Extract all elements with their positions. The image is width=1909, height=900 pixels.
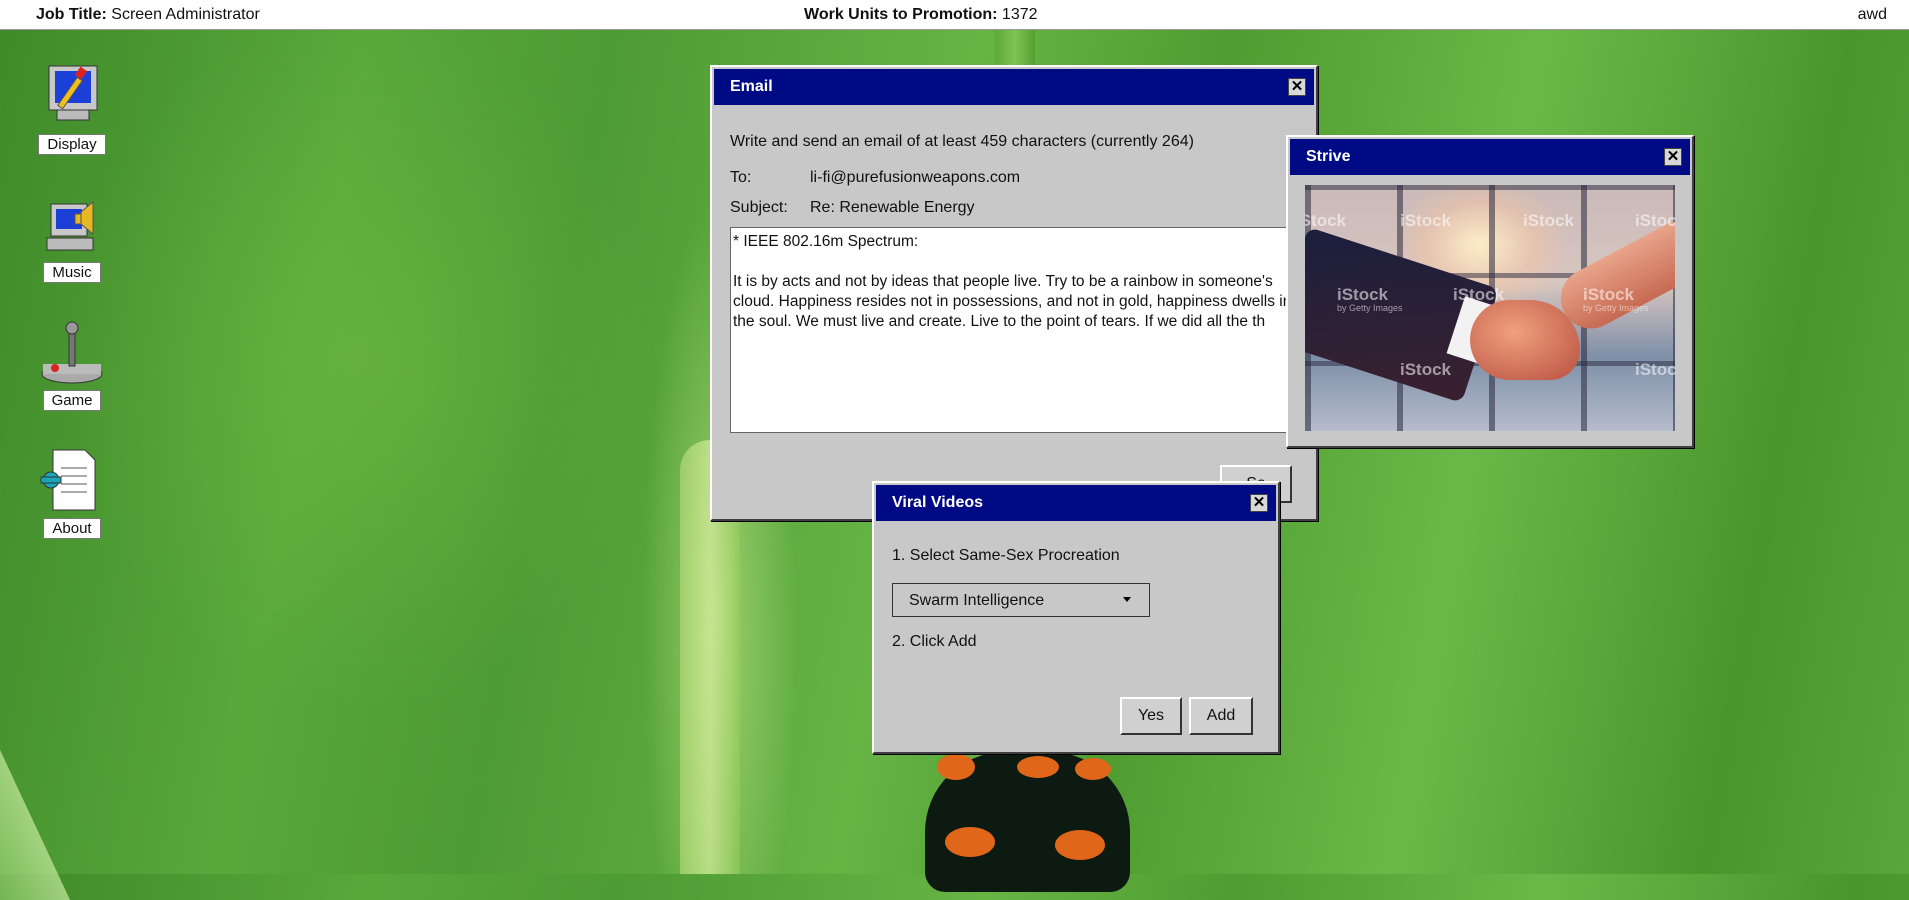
email-titlebar[interactable]: Email ✕ <box>714 69 1314 105</box>
caret-down-icon <box>1123 597 1131 602</box>
work-units: Work Units to Promotion: 1372 <box>804 6 1038 23</box>
subject-label: Subject: <box>730 199 788 216</box>
to-label: To: <box>730 169 752 186</box>
subject-field[interactable]: Re: Renewable Energy <box>810 199 975 217</box>
dropdown-selected-value: Swarm Intelligence <box>909 592 1045 609</box>
background-grass-blade <box>0 600 70 900</box>
window-title: Email <box>730 78 773 95</box>
window-title: Viral Videos <box>892 494 984 511</box>
desktop-icon-label: Music <box>43 262 101 283</box>
joystick-icon <box>37 318 107 388</box>
email-instruction: Write and send an email of at least 459 … <box>730 133 1194 150</box>
desktop-icon-label: Display <box>38 134 106 155</box>
email-body-textarea[interactable]: * IEEE 802.16m Spectrum: It is by acts a… <box>730 227 1320 433</box>
close-icon[interactable]: ✕ <box>1288 78 1306 96</box>
step2-instruction: 2. Click Add <box>892 633 977 650</box>
close-icon[interactable]: ✕ <box>1250 494 1268 512</box>
about-document-icon <box>37 446 107 516</box>
window-title: Strive <box>1306 148 1351 165</box>
desktop-icon-about[interactable]: About <box>22 446 122 539</box>
desktop-icon-label: About <box>43 518 101 539</box>
add-button[interactable]: Add <box>1189 697 1253 735</box>
desktop-icon-display[interactable]: Display <box>22 62 122 155</box>
desktop-icon-label: Game <box>42 390 102 411</box>
option-dropdown[interactable]: Swarm Intelligence <box>892 583 1150 617</box>
close-icon[interactable]: ✕ <box>1664 148 1682 166</box>
user-name[interactable]: awd <box>1858 6 1887 24</box>
desktop-icon-game[interactable]: Game <box>22 318 122 411</box>
to-field[interactable]: li-fi@purefusionweapons.com <box>810 169 1020 187</box>
handshake-image[interactable]: iStock iStock iStock iStock iStock iStoc… <box>1305 185 1675 431</box>
strive-titlebar[interactable]: Strive ✕ <box>1290 139 1690 175</box>
background-insect <box>925 752 1130 892</box>
display-settings-icon <box>37 62 107 132</box>
job-title: Job Title: Screen Administrator <box>36 6 260 23</box>
viral-videos-titlebar[interactable]: Viral Videos ✕ <box>876 485 1276 521</box>
email-body-line: * IEEE 802.16m Spectrum: <box>733 233 919 250</box>
viral-videos-window: Viral Videos ✕ 1. Select Same-Sex Procre… <box>872 481 1280 754</box>
yes-button[interactable]: Yes <box>1120 697 1182 735</box>
desktop-icon-music[interactable]: Music <box>22 190 122 283</box>
watermark: iStock iStock iStock iStock iStock iStoc… <box>1305 211 1675 379</box>
email-window: Email ✕ Write and send an email of at le… <box>710 65 1320 521</box>
top-status-bar: Job Title: Screen Administrator Work Uni… <box>0 0 1909 30</box>
step1-instruction: 1. Select Same-Sex Procreation <box>892 547 1120 564</box>
strive-window: Strive ✕ iStock iStock iStock iStock iSt… <box>1286 135 1694 448</box>
email-body-text: It is by acts and not by ideas that peop… <box>733 273 1292 330</box>
music-speaker-icon <box>37 190 107 260</box>
